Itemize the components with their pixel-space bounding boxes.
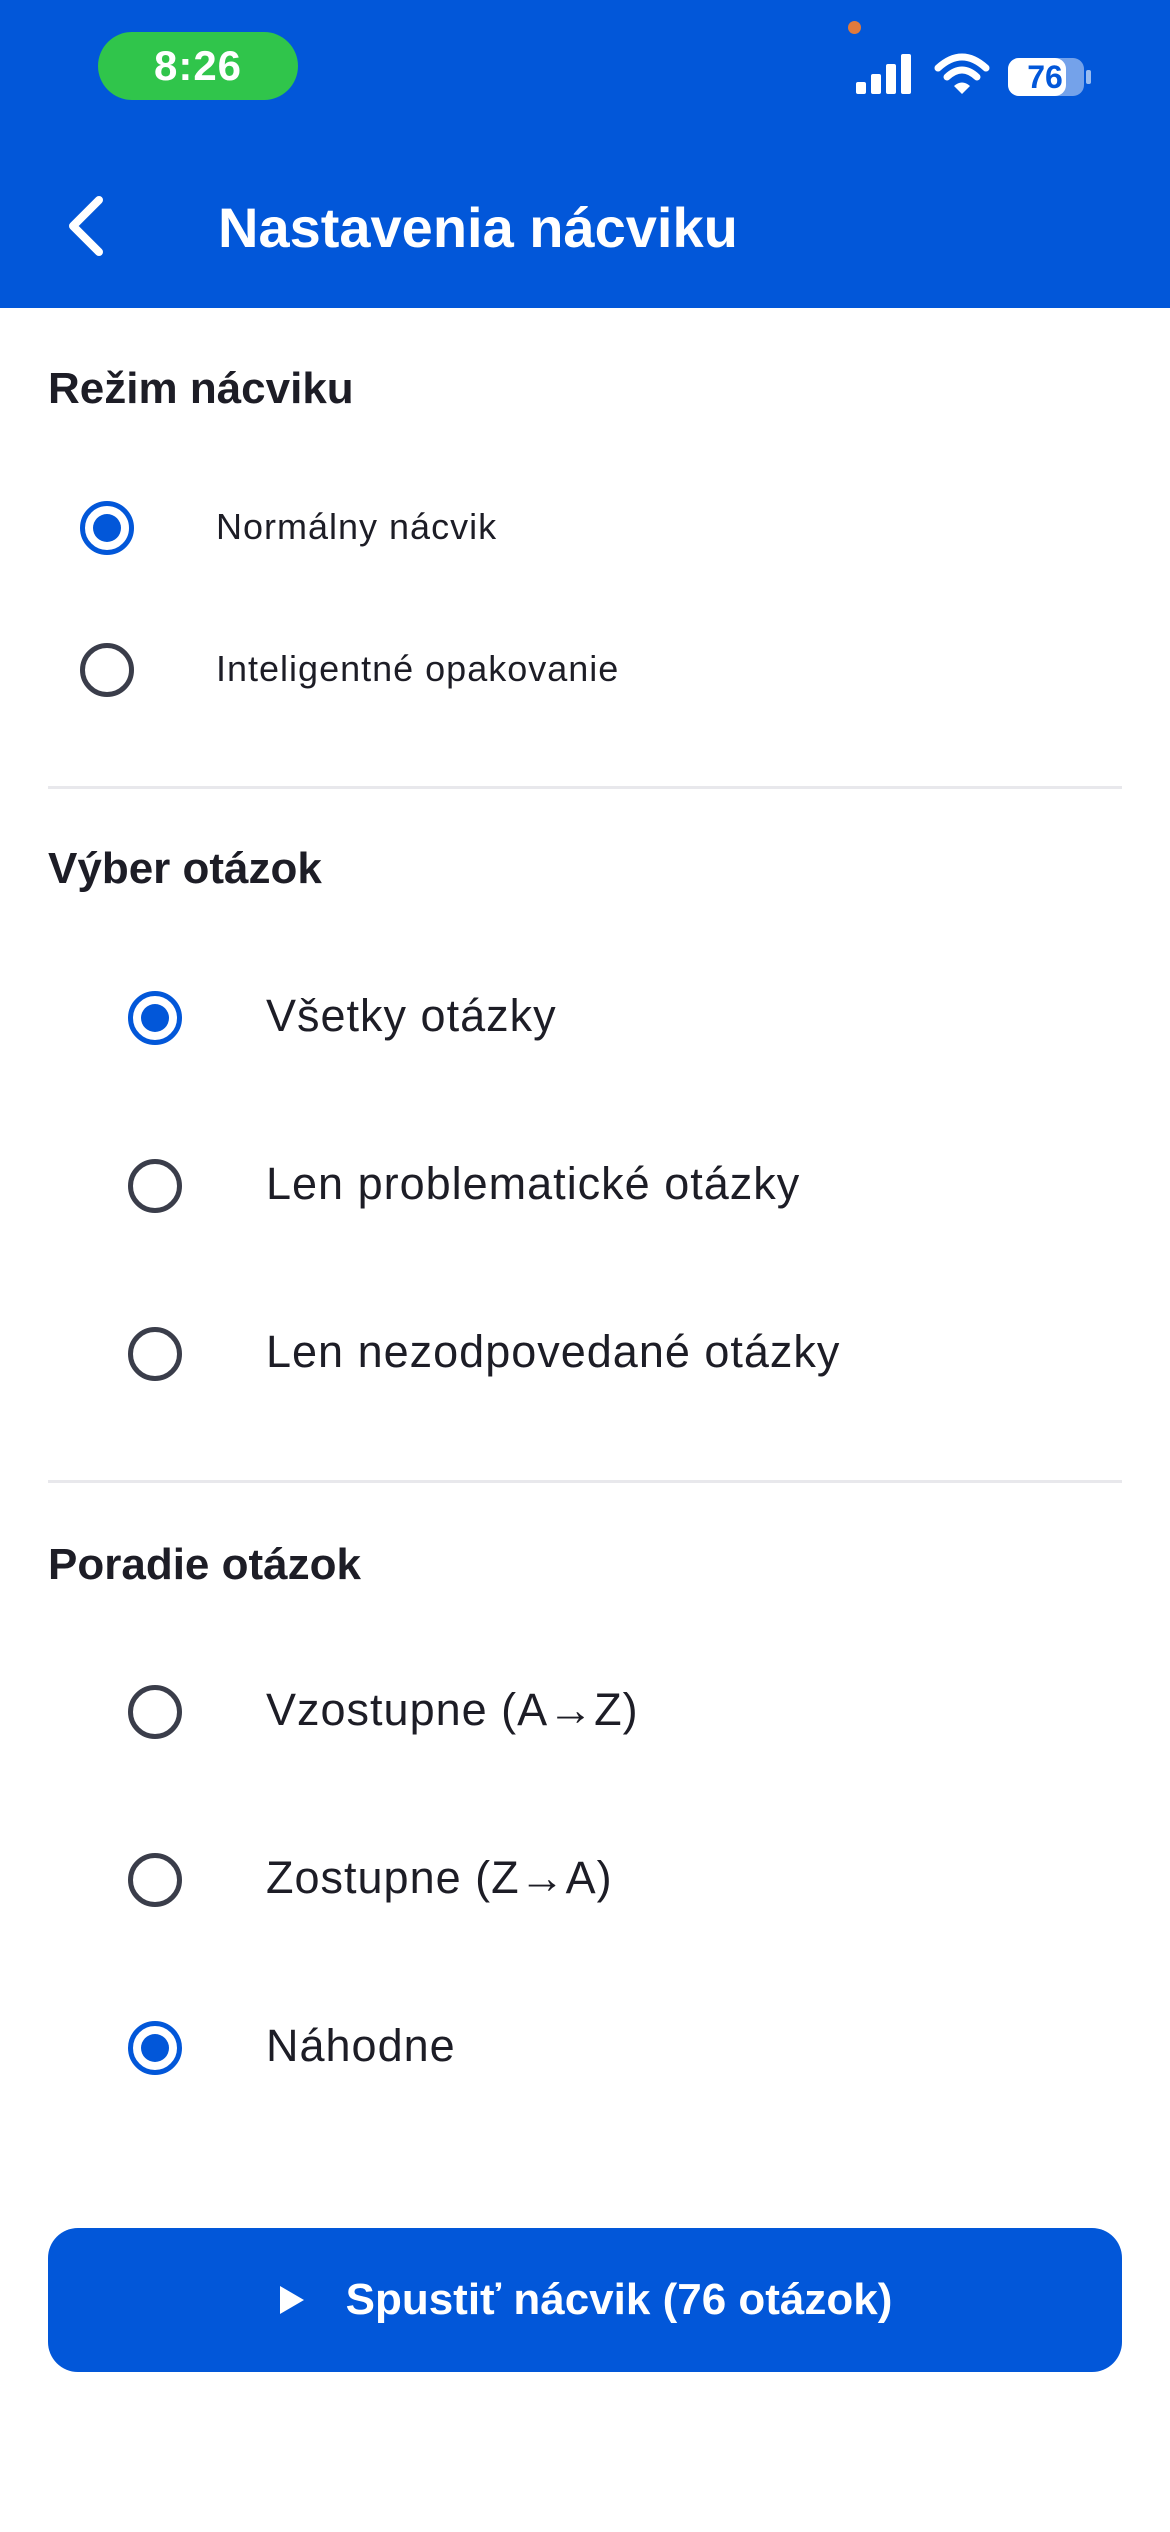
option-unanswered-questions[interactable]: Len nezodpovedané otázky <box>0 1304 1170 1404</box>
status-bar: 8:26 76 <box>0 0 1170 140</box>
divider <box>48 1480 1122 1483</box>
app-header: 8:26 76 Nastavenia nácviku <box>0 0 1170 308</box>
signal-icon <box>856 54 911 94</box>
option-random[interactable]: Náhodne <box>0 1998 1170 2098</box>
option-label: Len nezodpovedané otázky <box>266 1326 841 1377</box>
divider <box>48 786 1122 789</box>
camera-indicator-dot <box>848 21 861 34</box>
chevron-left-icon <box>69 196 103 256</box>
radio-button[interactable] <box>80 501 134 555</box>
option-label: Inteligentné opakovanie <box>216 648 620 689</box>
start-practice-label: Spustiť nácvik (76 otázok) <box>345 2275 893 2324</box>
page-title: Nastavenia nácviku <box>218 195 738 259</box>
radio-button[interactable] <box>128 2021 182 2075</box>
section-title-selection: Výber otázok <box>48 844 322 893</box>
radio-button[interactable] <box>128 1853 182 1907</box>
back-button[interactable] <box>50 184 120 268</box>
radio-button[interactable] <box>128 1159 182 1213</box>
battery-level: 76 <box>1027 58 1063 95</box>
option-label: Všetky otázky <box>266 990 557 1041</box>
radio-button[interactable] <box>80 643 134 697</box>
start-practice-button[interactable]: Spustiť nácvik (76 otázok) <box>48 2228 1122 2372</box>
wifi-icon <box>934 53 990 94</box>
option-smart-repetition[interactable]: Inteligentné opakovanie <box>0 622 1170 718</box>
option-ascending[interactable]: Vzostupne (A→Z) <box>0 1662 1170 1762</box>
option-label: Náhodne <box>266 2020 456 2071</box>
option-label: Zostupne (Z→A) <box>266 1852 613 1903</box>
option-normal-practice[interactable]: Normálny nácvik <box>0 480 1170 576</box>
option-all-questions[interactable]: Všetky otázky <box>0 968 1170 1068</box>
option-descending[interactable]: Zostupne (Z→A) <box>0 1830 1170 1930</box>
radio-button[interactable] <box>128 1327 182 1381</box>
radio-button[interactable] <box>128 1685 182 1739</box>
radio-button[interactable] <box>128 991 182 1045</box>
option-label: Normálny nácvik <box>216 506 498 547</box>
option-label: Len problematické otázky <box>266 1158 801 1209</box>
section-title-mode: Režim nácviku <box>48 364 354 413</box>
option-problematic-questions[interactable]: Len problematické otázky <box>0 1136 1170 1236</box>
status-time: 8:26 <box>98 32 298 100</box>
section-title-order: Poradie otázok <box>48 1540 361 1589</box>
option-label: Vzostupne (A→Z) <box>266 1684 639 1735</box>
play-icon <box>278 2284 306 2316</box>
